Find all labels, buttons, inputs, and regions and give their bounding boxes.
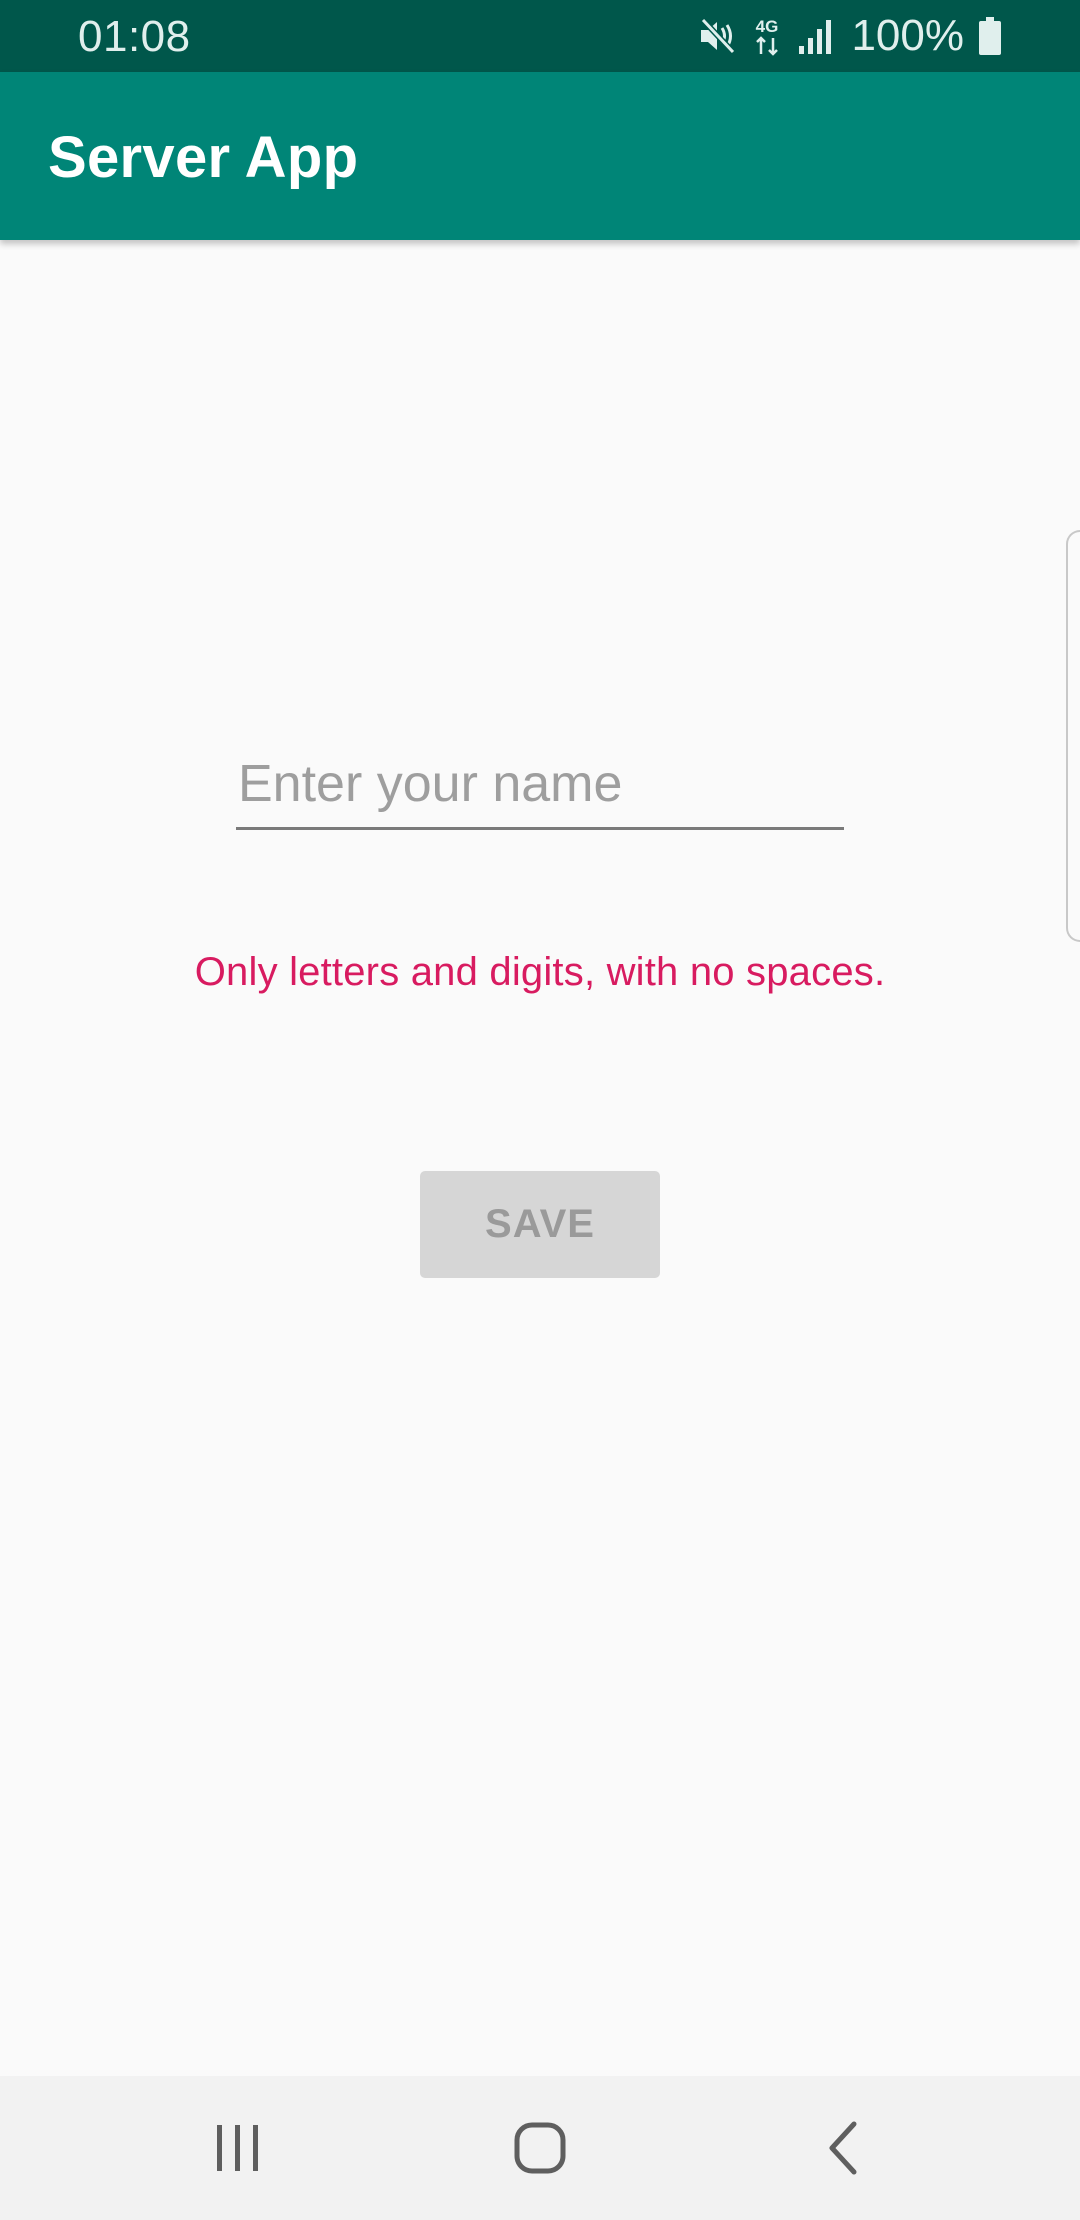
name-input[interactable] (236, 740, 844, 830)
network-type-label: 4G (756, 17, 779, 36)
status-time: 01:08 (78, 12, 191, 61)
save-button[interactable]: SAVE (420, 1171, 660, 1278)
edge-panel-handle[interactable] (1066, 530, 1080, 942)
signal-icon (797, 16, 833, 56)
name-hint-text: Only letters and digits, with no spaces. (194, 950, 886, 994)
mute-icon (697, 16, 737, 56)
recent-apps-icon (213, 2123, 263, 2173)
network-4g-icon: 4G (751, 14, 783, 58)
back-button[interactable] (764, 2076, 924, 2220)
recent-apps-button[interactable] (158, 2076, 318, 2220)
home-icon (514, 2122, 566, 2174)
status-bar: 01:08 4G 100% (0, 0, 1080, 72)
home-button[interactable] (460, 2076, 620, 2220)
app-bar: Server App (0, 72, 1080, 240)
navigation-bar (0, 2076, 1080, 2220)
name-input-container (236, 740, 844, 832)
app-title: Server App (48, 125, 359, 190)
battery-percent: 100% (851, 11, 964, 60)
back-icon (824, 2120, 864, 2176)
screen: 01:08 4G 100% Server App Enter your name… (0, 0, 1080, 2220)
status-icons: 4G 100% (697, 0, 1002, 72)
battery-icon (978, 16, 1002, 56)
